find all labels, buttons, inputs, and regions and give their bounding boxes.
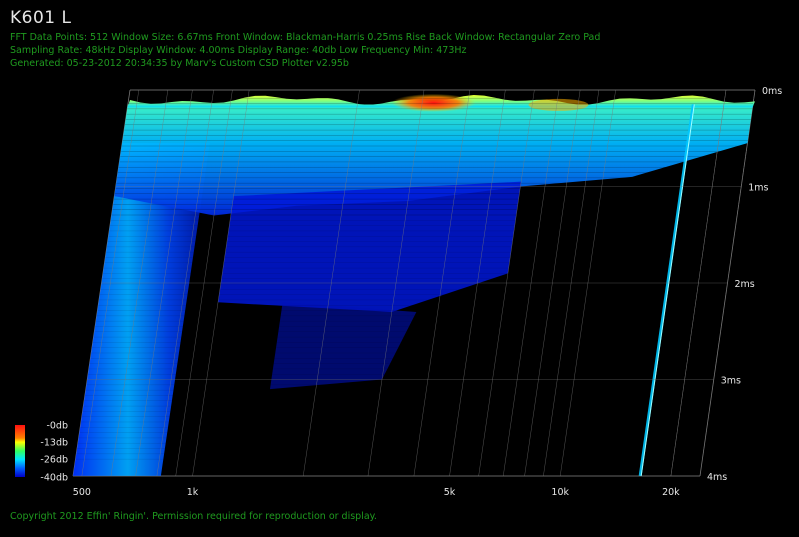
csd-waterfall-plot: 500 1k 5k 10k 20k 0ms1ms2ms3ms4ms -0db-13db-…	[15, 86, 782, 498]
x-tick-label: 5k	[444, 487, 456, 498]
db-color-legend: -0db -13db -26db -40db	[15, 421, 68, 484]
legend-color-bar	[15, 425, 25, 477]
time-tick-label: 0ms	[762, 86, 782, 97]
time-tick-label: 3ms	[721, 376, 741, 387]
csd-surface	[73, 92, 755, 477]
legend-db-label: -26db	[40, 454, 68, 465]
legend-db-label: -40db	[40, 473, 68, 484]
x-tick-label: 20k	[662, 487, 680, 498]
x-tick-label: 1k	[187, 487, 199, 498]
time-tick-label: 4ms	[707, 472, 727, 483]
copyright-notice: Copyright 2012 Effin' Ringin'. Permissio…	[10, 511, 377, 522]
decay-floor-patch	[269, 302, 417, 390]
time-tick-label: 1ms	[748, 183, 768, 194]
x-tick-label: 500	[73, 487, 91, 498]
x-tick-label: 10k	[551, 487, 569, 498]
time-tick-label: 2ms	[735, 279, 755, 290]
legend-db-label: -13db	[40, 437, 68, 448]
peak-hotspot	[391, 93, 476, 112]
legend-db-label: -0db	[46, 421, 68, 432]
